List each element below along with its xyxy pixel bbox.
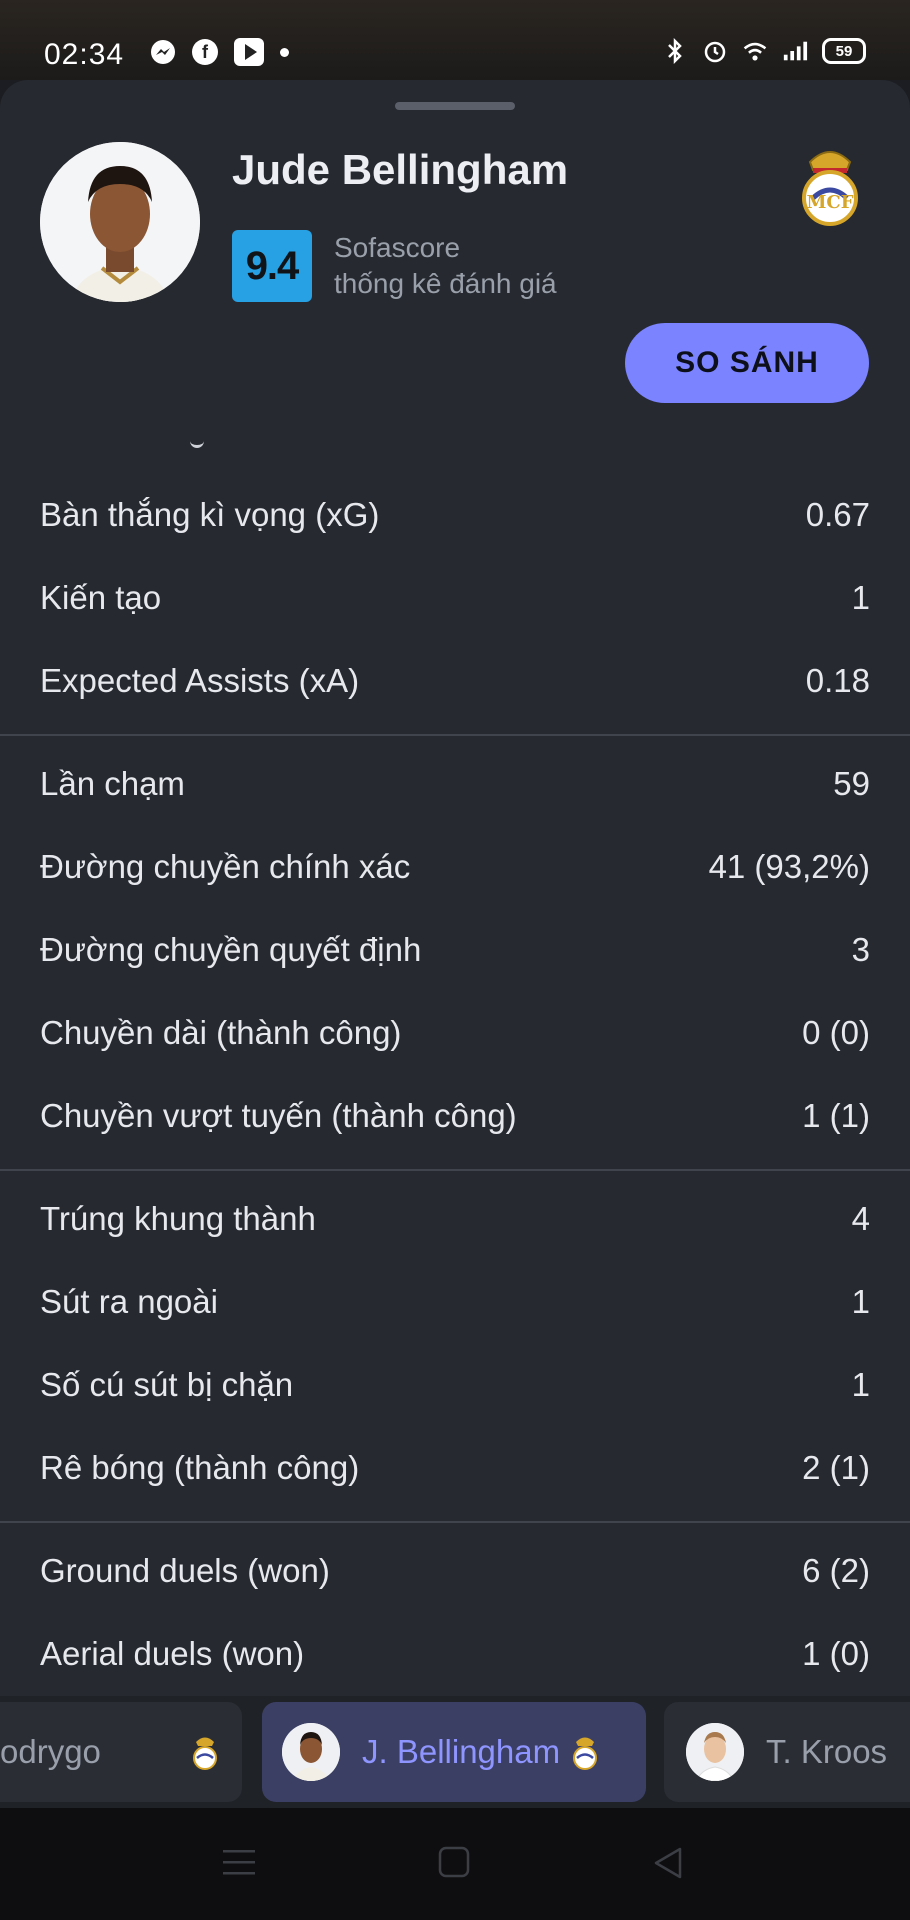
player-tab-label: T. Kroos [766, 1733, 888, 1770]
player-switcher: odrygo J. Bellingham T. Kroos [0, 1696, 910, 1808]
menu-icon[interactable] [222, 1846, 256, 1883]
rating-badge: 9.4 [232, 230, 312, 302]
messenger-icon [150, 39, 176, 65]
alarm-icon [702, 38, 728, 64]
club-crest-icon [190, 1733, 220, 1771]
facebook-icon: f [192, 39, 218, 65]
stat-row: Expected Assists (xA) 0.18 [40, 661, 870, 699]
stat-row: Lần chạm 59 [40, 764, 870, 802]
sheet-drag-handle[interactable] [395, 102, 515, 110]
stats-group-passing: Lần chạm 59 Đường chuyền chính xác 41 (93,… [0, 736, 910, 1171]
rating-label: Sofascore thống kê đánh giá [334, 230, 557, 302]
player-stats-sheet: Jude Bellingham 9.4 Sofascore thống kê đ… [0, 80, 910, 1808]
dot-icon [280, 47, 289, 57]
stat-row: Ground duels (won) 6 (2) [40, 1551, 870, 1589]
rating-source: Sofascore [334, 232, 461, 263]
stat-row: Đường chuyền chính xác 41 (93,2%) [40, 847, 870, 885]
signal-icon [782, 38, 808, 64]
stats-list: Bàn thắng kì vọng (xG) 0.67 Kiến tạo 1 Exp… [0, 445, 910, 1707]
wifi-icon [742, 38, 768, 64]
stat-row: Chuyền dài (thành công) 0 (0) [40, 1013, 870, 1051]
home-icon[interactable] [438, 1846, 470, 1883]
player-tab-avatar [282, 1723, 340, 1781]
back-icon[interactable] [652, 1846, 684, 1885]
player-avatar [40, 142, 200, 302]
player-name: Jude Bellingham [232, 146, 569, 193]
stat-row: Bàn thắng kì vọng (xG) 0.67 [40, 495, 870, 533]
status-bar: 02:34 f 59 [0, 0, 910, 80]
rating-caption: thống kê đánh giá [334, 268, 557, 299]
player-tab-kroos[interactable]: T. Kroos [664, 1702, 910, 1802]
clipped-row [0, 445, 910, 467]
club-crest-icon [570, 1733, 600, 1771]
stat-row: Trúng khung thành 4 [40, 1199, 870, 1237]
player-tab-rodrygo[interactable]: odrygo [0, 1702, 242, 1802]
bluetooth-icon [662, 38, 688, 64]
stats-group-attack: Bàn thắng kì vọng (xG) 0.67 Kiến tạo 1 Exp… [0, 467, 910, 736]
player-tab-bellingham[interactable]: J. Bellingham [262, 1702, 646, 1802]
stat-row: Aerial duels (won) 1 (0) [40, 1634, 870, 1672]
stat-row: Đường chuyền quyết định 3 [40, 930, 870, 968]
player-tab-label: J. Bellingham [362, 1733, 561, 1770]
compare-button[interactable]: SO SÁNH [625, 323, 869, 403]
stat-row: Rê bóng (thành công) 2 (1) [40, 1448, 870, 1486]
player-tab-label: odrygo [0, 1733, 101, 1770]
stats-group-duels: Ground duels (won) 6 (2) Aerial duels (wo… [0, 1523, 910, 1707]
real-madrid-crest-icon[interactable]: MCF [795, 142, 865, 226]
stat-row: Kiến tạo 1 [40, 578, 870, 616]
battery-icon: 59 [822, 38, 866, 64]
status-time: 02:34 [44, 38, 125, 71]
stat-row: Sút ra ngoài 1 [40, 1282, 870, 1320]
stats-group-shooting: Trúng khung thành 4 Sút ra ngoài 1 Số cú s… [0, 1171, 910, 1523]
system-nav-bar [0, 1808, 910, 1920]
stat-row: Chuyền vượt tuyến (thành công) 1 (1) [40, 1096, 870, 1134]
player-tab-avatar [686, 1723, 744, 1781]
youtube-icon [234, 38, 264, 66]
stat-row: Số cú sút bị chặn 1 [40, 1365, 870, 1403]
svg-text:MCF: MCF [806, 192, 853, 213]
